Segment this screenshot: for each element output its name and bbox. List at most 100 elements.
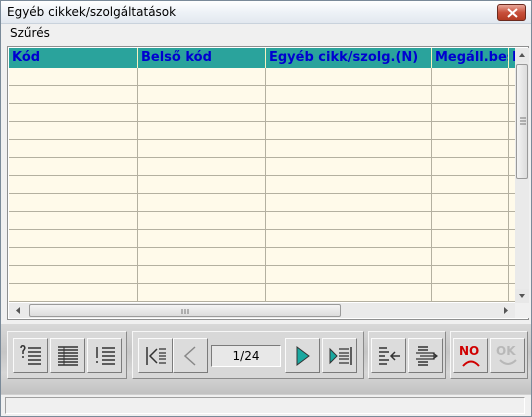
table-cell[interactable] xyxy=(432,68,509,86)
table-cell[interactable] xyxy=(138,140,266,158)
table-cell[interactable] xyxy=(9,266,138,284)
last-page-button[interactable] xyxy=(322,338,357,373)
table-cell[interactable] xyxy=(138,266,266,284)
table-cell[interactable] xyxy=(138,122,266,140)
column-header-kod[interactable]: Kód xyxy=(9,48,138,68)
table-cell[interactable] xyxy=(138,194,266,212)
table-cell[interactable] xyxy=(9,158,138,176)
first-page-button[interactable] xyxy=(138,338,173,373)
table-cell[interactable] xyxy=(432,266,509,284)
table-row[interactable] xyxy=(9,284,515,302)
table-cell[interactable] xyxy=(9,230,138,248)
column-header-megall-besz[interactable]: Megáll.besz xyxy=(432,48,509,68)
table-row[interactable] xyxy=(9,122,515,140)
table-row[interactable] xyxy=(9,158,515,176)
table-cell[interactable] xyxy=(266,158,432,176)
remove-row-button[interactable] xyxy=(371,338,406,373)
list-with-marker-button[interactable] xyxy=(13,338,48,373)
table-cell[interactable] xyxy=(138,230,266,248)
table-row[interactable] xyxy=(9,248,515,266)
full-list-button[interactable] xyxy=(50,338,85,373)
table-cell[interactable] xyxy=(432,122,509,140)
table-cell[interactable] xyxy=(9,284,138,302)
window-title: Egyéb cikkek/szolgáltatások xyxy=(7,5,177,19)
table-cell[interactable] xyxy=(266,284,432,302)
table-cell[interactable] xyxy=(432,212,509,230)
column-header-belso-kod[interactable]: Belső kód xyxy=(138,48,266,68)
vertical-scrollbar[interactable] xyxy=(515,48,529,303)
title-bar[interactable]: Egyéb cikkek/szolgáltatások xyxy=(1,1,531,24)
table-cell[interactable] xyxy=(138,86,266,104)
svg-text:NO: NO xyxy=(459,344,479,358)
scroll-up-button[interactable] xyxy=(515,48,529,62)
sad-face-icon: NO xyxy=(459,344,480,367)
table-cell[interactable] xyxy=(432,248,509,266)
table-cell[interactable] xyxy=(138,158,266,176)
scroll-down-button[interactable] xyxy=(515,289,529,303)
table-cell[interactable] xyxy=(432,176,509,194)
table-cell[interactable] xyxy=(266,140,432,158)
status-field xyxy=(5,397,525,414)
table-cell[interactable] xyxy=(138,176,266,194)
table-cell[interactable] xyxy=(9,68,138,86)
table-cell[interactable] xyxy=(432,140,509,158)
table-row[interactable] xyxy=(9,86,515,104)
arrow-left-icon[interactable] xyxy=(11,303,25,318)
table-cell[interactable] xyxy=(9,104,138,122)
table-cell[interactable] xyxy=(266,194,432,212)
table-cell[interactable] xyxy=(266,230,432,248)
table-cell[interactable] xyxy=(266,122,432,140)
horizontal-scrollbar[interactable] xyxy=(9,303,515,318)
table-cell[interactable] xyxy=(138,104,266,122)
table-cell[interactable] xyxy=(9,176,138,194)
table-cell[interactable] xyxy=(266,248,432,266)
table-cell[interactable] xyxy=(138,284,266,302)
table-cell[interactable] xyxy=(9,194,138,212)
table-cell[interactable] xyxy=(432,284,509,302)
table-cell[interactable] xyxy=(9,86,138,104)
table-cell[interactable] xyxy=(9,122,138,140)
table-cell[interactable] xyxy=(9,140,138,158)
table-row[interactable] xyxy=(9,104,515,122)
table-cell[interactable] xyxy=(266,68,432,86)
table-row[interactable] xyxy=(9,230,515,248)
table-cell[interactable] xyxy=(138,212,266,230)
table-cell[interactable] xyxy=(266,86,432,104)
svg-text:OK: OK xyxy=(496,344,516,358)
previous-page-button[interactable] xyxy=(173,338,208,373)
table-row[interactable] xyxy=(9,212,515,230)
table-cell[interactable] xyxy=(138,248,266,266)
arrow-right-icon[interactable] xyxy=(499,303,513,318)
list-detail-button[interactable] xyxy=(87,338,122,373)
table-cell[interactable] xyxy=(9,212,138,230)
table-cell[interactable] xyxy=(138,68,266,86)
table-row[interactable] xyxy=(9,194,515,212)
horizontal-scroll-thumb[interactable] xyxy=(29,304,341,317)
close-button[interactable] xyxy=(497,4,526,21)
ok-button[interactable]: OK xyxy=(490,338,525,373)
table-cell[interactable] xyxy=(432,194,509,212)
table-cell[interactable] xyxy=(266,176,432,194)
table-cell[interactable] xyxy=(266,104,432,122)
menu-item-filter[interactable]: Szűrés xyxy=(10,26,50,40)
list-marker-icon xyxy=(20,345,41,365)
next-page-button[interactable] xyxy=(285,338,320,373)
table-row[interactable] xyxy=(9,176,515,194)
table-cell[interactable] xyxy=(432,86,509,104)
table-row[interactable] xyxy=(9,140,515,158)
table-cell[interactable] xyxy=(432,158,509,176)
arrow-up-icon xyxy=(519,53,525,57)
cancel-button[interactable]: NO xyxy=(453,338,488,373)
first-page-icon xyxy=(146,347,166,365)
table-cell[interactable] xyxy=(266,266,432,284)
navigation-button-group: 1/24 xyxy=(132,331,364,379)
table-row[interactable] xyxy=(9,68,515,86)
table-cell[interactable] xyxy=(432,230,509,248)
table-row[interactable] xyxy=(9,266,515,284)
column-header-egyeb-cikk[interactable]: Egyéb cikk/szolg.(N) xyxy=(266,48,432,68)
table-cell[interactable] xyxy=(9,248,138,266)
vertical-scroll-thumb[interactable] xyxy=(516,64,528,179)
table-cell[interactable] xyxy=(432,104,509,122)
table-cell[interactable] xyxy=(266,212,432,230)
insert-row-button[interactable] xyxy=(408,338,443,373)
